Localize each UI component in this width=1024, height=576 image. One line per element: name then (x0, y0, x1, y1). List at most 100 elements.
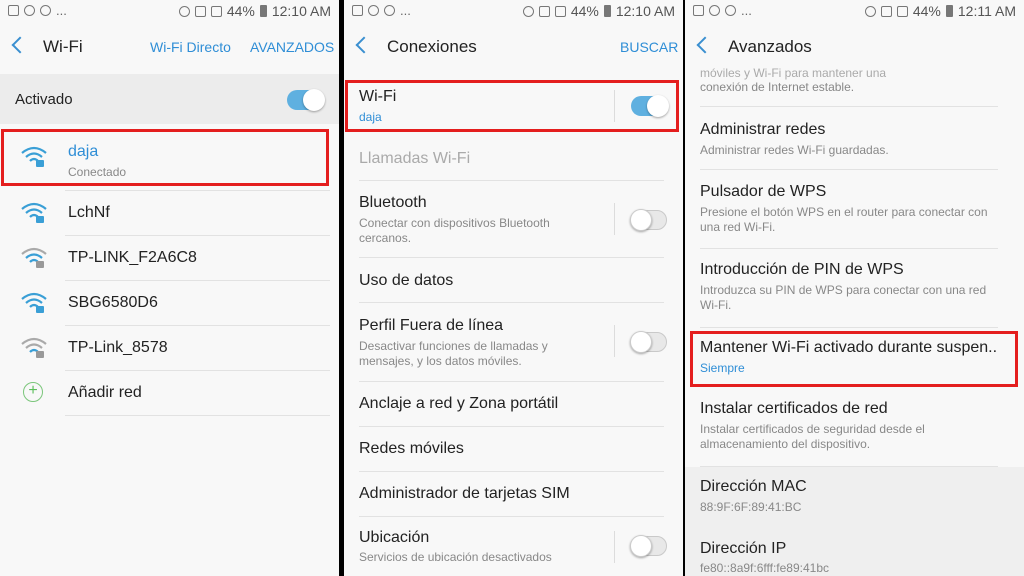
whatsapp-icon (24, 5, 35, 16)
network-name: TP-Link_8578 (68, 339, 168, 356)
location-toggle[interactable] (630, 535, 667, 557)
setting-row[interactable]: Administrar redes Administrar redes Wi-F… (685, 107, 1024, 169)
setting-label: Dirección IP (700, 540, 787, 557)
setting-row-mac: Dirección MAC 88:9F:6F:89:41:BC (685, 467, 1024, 529)
setting-row[interactable]: Llamadas Wi-Fi (344, 136, 683, 180)
app-bar: Conexiones BUSCAR (344, 22, 683, 74)
page-title: Wi-Fi (43, 37, 83, 56)
setting-row[interactable]: Redes móviles (344, 427, 683, 471)
network-row[interactable]: LchNf (0, 190, 339, 235)
setting-sub: Introduzca su PIN de WPS para conectar c… (700, 283, 987, 312)
alarm-icon (178, 5, 190, 17)
setting-label: Perfil Fuera de línea (359, 317, 504, 334)
connections-screen: ... 44% 12:10 AM Conexiones BUSCAR Wi-Fi… (344, 0, 683, 576)
notification-icon (8, 5, 19, 16)
wifi-direct-button[interactable]: Wi-Fi Directo (150, 39, 231, 55)
status-bar: ... 44% 12:11 AM (685, 0, 1024, 22)
signal-icon (554, 5, 566, 17)
setting-sub: fe80::8a9f:6fff:fe89:41bc (700, 561, 829, 575)
page-title: Avanzados (728, 37, 812, 56)
whatsapp-icon (368, 5, 379, 16)
wifi-master-switch-row[interactable]: Activado (0, 74, 339, 124)
battery-icon (259, 5, 267, 17)
status-bar: ... 44% 12:10 AM (0, 0, 339, 22)
status-bar: ... 44% 12:10 AM (344, 0, 683, 22)
network-name: TP-LINK_F2A6C8 (68, 249, 197, 266)
back-arrow-icon[interactable] (696, 36, 714, 54)
add-network-row[interactable]: + Añadir red (0, 370, 339, 415)
cloud-icon (725, 5, 736, 16)
signal-icon (210, 5, 222, 17)
network-row[interactable]: SBG6580D6 (0, 280, 339, 325)
advanced-button[interactable]: AVANZADOS (250, 39, 334, 55)
airplane-toggle[interactable] (630, 331, 667, 353)
wifi-locked-icon (21, 337, 47, 358)
cloud-icon (384, 5, 395, 16)
setting-sub: Desactivar funciones de llamadas y mensa… (359, 339, 548, 368)
network-row[interactable]: TP-LINK_F2A6C8 (0, 235, 339, 280)
setting-row[interactable]: Instalar certificados de red Instalar ce… (685, 390, 1024, 466)
setting-row-partial[interactable]: móviles y Wi-Fi para mantener una conexi… (685, 62, 1024, 107)
setting-label: Ubicación (359, 529, 430, 546)
setting-row[interactable]: Anclaje a red y Zona portátil (344, 382, 683, 426)
setting-label: Uso de datos (359, 272, 454, 289)
add-network-label: Añadir red (68, 384, 142, 401)
network-row[interactable]: TP-Link_8578 (0, 325, 339, 370)
app-bar: Avanzados (685, 22, 1024, 64)
setting-label: Instalar certificados de red (700, 400, 888, 417)
setting-label: Administrador de tarjetas SIM (359, 485, 570, 502)
setting-row[interactable]: Administrador de tarjetas SIM (344, 472, 683, 516)
setting-label: Dirección MAC (700, 478, 807, 495)
setting-row[interactable]: Introducción de PIN de WPS Introduzca su… (685, 249, 1024, 327)
setting-sub: 88:9F:6F:89:41:BC (700, 500, 802, 514)
setting-row-airplane[interactable]: Perfil Fuera de línea Desactivar funcion… (344, 303, 683, 381)
clock: 12:10 AM (615, 3, 675, 19)
bluetooth-toggle[interactable] (630, 209, 667, 231)
whatsapp-icon (709, 5, 720, 16)
setting-label: Introducción de PIN de WPS (700, 261, 904, 278)
wifi-toggle[interactable] (287, 89, 325, 111)
setting-label: Anclaje a red y Zona portátil (359, 395, 559, 412)
setting-sub: Conectar con dispositivos Bluetooth cerc… (359, 216, 550, 245)
battery-icon (945, 5, 953, 17)
highlight-box (1, 129, 329, 186)
setting-label: Llamadas Wi-Fi (359, 150, 471, 167)
more-notifications: ... (56, 3, 67, 18)
signal-icon (896, 5, 908, 17)
setting-label: Bluetooth (359, 194, 427, 211)
clock: 12:10 AM (271, 3, 331, 19)
setting-label: Pulsador de WPS (700, 183, 827, 200)
highlight-box (690, 331, 1018, 387)
clock: 12:11 AM (957, 3, 1016, 19)
setting-sub: Administrar redes Wi-Fi guardadas. (700, 143, 889, 157)
setting-row[interactable]: Uso de datos (344, 258, 683, 302)
setting-row-ip: Dirección IP fe80::8a9f:6fff:fe89:41bc (685, 529, 1024, 576)
setting-sub: Instalar certificados de seguridad desde… (700, 422, 925, 451)
setting-row[interactable]: Pulsador de WPS Presione el botón WPS en… (685, 170, 1024, 248)
wifi-status-icon (880, 5, 892, 17)
back-arrow-icon[interactable] (355, 36, 373, 54)
back-arrow-icon[interactable] (11, 36, 29, 54)
setting-sub-partial: móviles y Wi-Fi para mantener una (700, 66, 887, 80)
battery-percent: 44% (912, 3, 941, 19)
search-button[interactable]: BUSCAR (620, 39, 678, 55)
setting-label: Administrar redes (700, 121, 826, 138)
battery-percent: 44% (226, 3, 255, 19)
wifi-status-icon (194, 5, 206, 17)
network-name: SBG6580D6 (68, 294, 158, 311)
activated-label: Activado (15, 91, 73, 108)
setting-row-bluetooth[interactable]: Bluetooth Conectar con dispositivos Blue… (344, 181, 683, 257)
add-icon: + (23, 382, 43, 402)
wifi-locked-icon (21, 292, 47, 313)
setting-label: Redes móviles (359, 440, 464, 457)
more-notifications: ... (400, 3, 411, 18)
wifi-screen: ... 44% 12:10 AM Wi-Fi Wi-Fi Directo AVA… (0, 0, 339, 576)
alarm-icon (522, 5, 534, 17)
network-name: LchNf (68, 204, 110, 221)
cloud-icon (40, 5, 51, 16)
setting-row-location[interactable]: Ubicación Servicios de ubicación desacti… (344, 517, 683, 576)
page-title: Conexiones (387, 37, 477, 56)
divider (65, 415, 330, 416)
advanced-screen: móviles y Wi-Fi para mantener una conexi… (685, 0, 1024, 576)
wifi-locked-icon (21, 202, 47, 223)
